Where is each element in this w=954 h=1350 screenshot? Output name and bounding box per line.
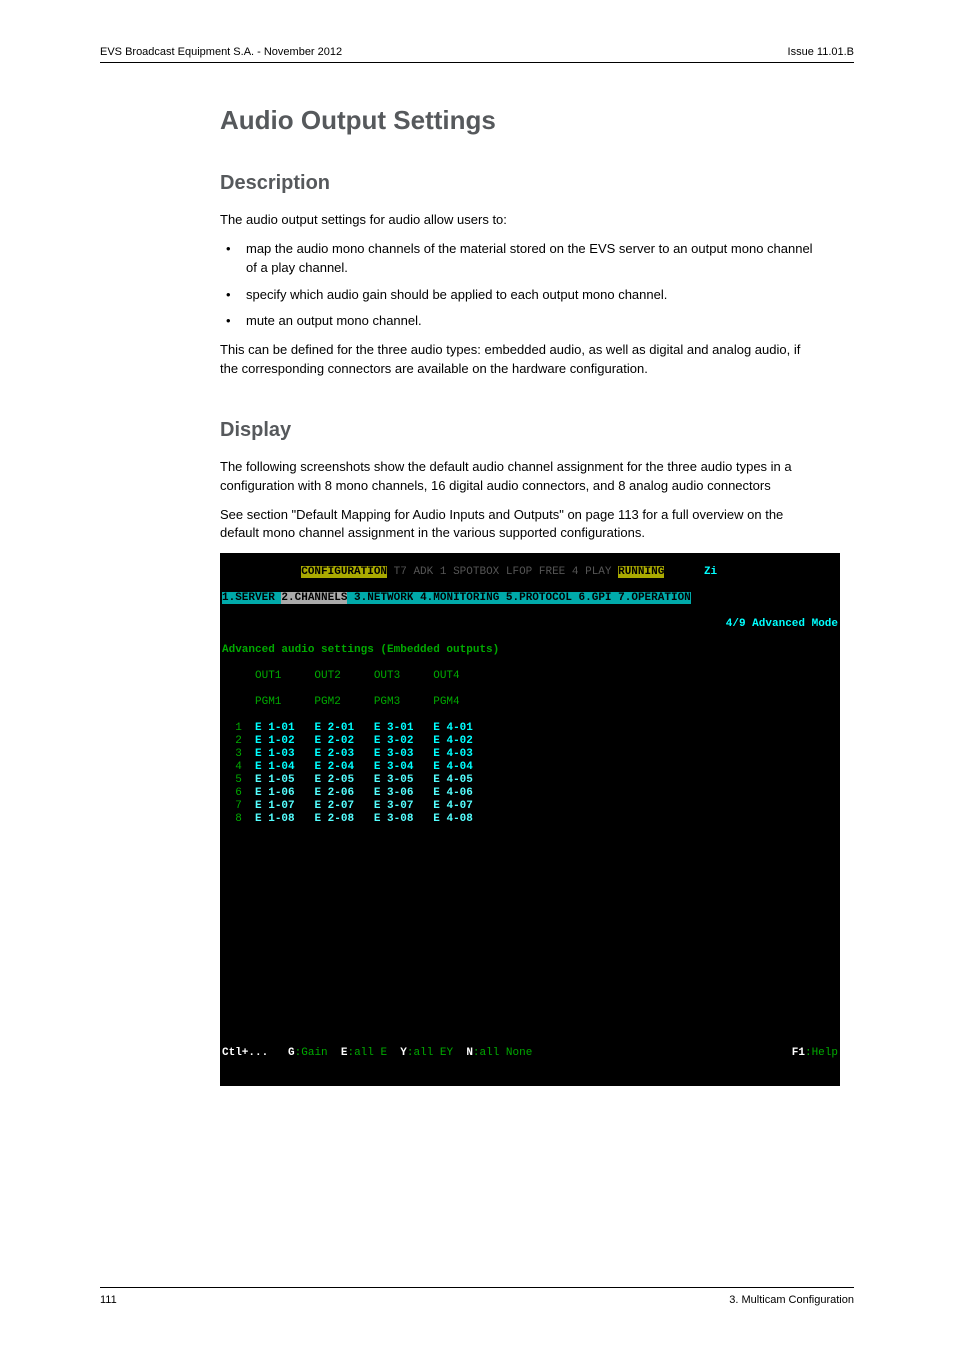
terminal-data-row: 8 E 1-08 E 2-08 E 3-08 E 4-08 — [220, 813, 840, 826]
header-left: EVS Broadcast Equipment S.A. - November … — [100, 46, 342, 58]
bullet-item: map the audio mono channels of the mater… — [220, 240, 820, 278]
terminal-menu-item[interactable]: 6.GPI — [579, 592, 612, 604]
terminal-status: RUNNING — [618, 566, 664, 578]
terminal-menu-item[interactable]: 1.SERVER — [222, 592, 275, 604]
terminal-menu-bar: 1.SERVER 2.CHANNELS 3.NETWORK 4.MONITORI… — [220, 592, 840, 605]
terminal-data-row: 4 E 1-04 E 2-04 E 3-04 E 4-04 — [220, 761, 840, 774]
description-heading: Description — [220, 172, 820, 195]
terminal-section-title: Advanced audio settings (Embedded output… — [220, 644, 840, 657]
terminal-col-headers: OUT1 OUT2 OUT3 OUT4 — [220, 670, 840, 683]
terminal-data-row: 2 E 1-02 E 2-02 E 3-02 E 4-02 — [220, 735, 840, 748]
terminal-menu-item-active[interactable]: 2.CHANNELS — [281, 592, 347, 604]
terminal-menu-item[interactable]: 5.PROTOCOL — [506, 592, 572, 604]
footer-section: 3. Multicam Configuration — [729, 1294, 854, 1306]
page-footer: 111 3. Multicam Configuration — [100, 1287, 854, 1306]
footer-page-number: 111 — [100, 1294, 117, 1306]
terminal-data-row: 7 E 1-07 E 2-07 E 3-07 E 4-07 — [220, 800, 840, 813]
description-after: This can be defined for the three audio … — [220, 341, 820, 379]
page-title: Audio Output Settings — [220, 105, 820, 136]
terminal-title-dim: T7 ADK 1 SPOTBOX LFOP FREE 4 PLAY — [394, 566, 612, 578]
header-rule — [100, 62, 854, 63]
terminal-pgm-headers: PGM1 PGM2 PGM3 PGM4 — [220, 696, 840, 709]
header-right: Issue 11.01.B — [788, 46, 854, 58]
terminal-footer: Ctl+... G:Gain E:all E Y:all EY N:all No… — [220, 1047, 840, 1060]
terminal-pager: 4/9 Advanced Mode — [220, 618, 840, 631]
display-p2: See section "Default Mapping for Audio I… — [220, 506, 820, 544]
display-p1: The following screenshots show the defau… — [220, 458, 820, 496]
terminal-menu-item[interactable]: 7.OPERATION — [618, 592, 691, 604]
terminal-data-row: 1 E 1-01 E 2-01 E 3-01 E 4-01 — [220, 722, 840, 735]
terminal-title: CONFIGURATION — [301, 566, 387, 578]
terminal-menu-item[interactable]: 3.NETWORK — [354, 592, 413, 604]
description-intro: The audio output settings for audio allo… — [220, 211, 820, 230]
terminal-menu-item[interactable]: 4.MONITORING — [420, 592, 499, 604]
terminal-screenshot: CONFIGURATION T7 ADK 1 SPOTBOX LFOP FREE… — [220, 553, 840, 1086]
bullet-item: specify which audio gain should be appli… — [220, 286, 820, 305]
page-header: EVS Broadcast Equipment S.A. - November … — [100, 46, 854, 58]
terminal-title-right: Zi — [704, 566, 717, 578]
terminal-data-row: 3 E 1-03 E 2-03 E 3-03 E 4-03 — [220, 748, 840, 761]
description-bullets: map the audio mono channels of the mater… — [220, 240, 820, 331]
terminal-title-bar: CONFIGURATION T7 ADK 1 SPOTBOX LFOP FREE… — [220, 566, 840, 579]
terminal-data-row: 6 E 1-06 E 2-06 E 3-06 E 4-06 — [220, 787, 840, 800]
terminal-data-row: 5 E 1-05 E 2-05 E 3-05 E 4-05 — [220, 774, 840, 787]
footer-rule — [100, 1287, 854, 1288]
display-heading: Display — [220, 419, 820, 442]
bullet-item: mute an output mono channel. — [220, 312, 820, 331]
